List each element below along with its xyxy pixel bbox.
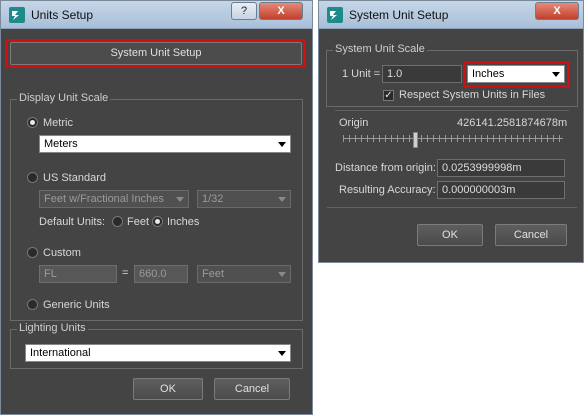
cancel-button-label: Cancel xyxy=(234,383,270,395)
generic-units-label: Generic Units xyxy=(43,299,110,311)
custom-name-field[interactable]: FL xyxy=(39,265,117,283)
default-units-label: Default Units: xyxy=(39,216,106,228)
ok-button-label: OK xyxy=(160,383,176,395)
help-button[interactable]: ? xyxy=(231,2,257,20)
custom-amount-field[interactable]: 660.0 xyxy=(134,265,188,283)
custom-radio[interactable] xyxy=(27,247,38,258)
app-logo-icon xyxy=(9,7,25,23)
respect-units-label: Respect System Units in Files xyxy=(399,89,546,101)
custom-name-value: FL xyxy=(44,268,57,280)
system-unit-setup-titlebar[interactable]: System Unit Setup X xyxy=(319,1,583,29)
us-units-value: Feet w/Fractional Inches xyxy=(44,193,164,205)
us-standard-radio[interactable] xyxy=(27,172,38,183)
display-unit-scale-label: Display Unit Scale xyxy=(17,92,111,104)
us-units-dropdown[interactable]: Feet w/Fractional Inches xyxy=(39,190,189,208)
origin-slider[interactable] xyxy=(343,132,563,150)
chevron-down-icon xyxy=(176,197,184,202)
units-setup-dialog: Units Setup ? X System Unit Setup Displa… xyxy=(0,0,313,415)
generic-units-radio[interactable] xyxy=(27,299,38,310)
default-inches-radio[interactable] xyxy=(152,216,163,227)
default-inches-label: Inches xyxy=(167,216,200,228)
ok-button[interactable]: OK xyxy=(133,378,203,400)
lighting-units-dropdown[interactable]: International xyxy=(25,344,291,362)
us-fraction-dropdown[interactable]: 1/32 xyxy=(197,190,291,208)
help-icon: ? xyxy=(240,5,248,17)
origin-value: 426141.2581874678m xyxy=(457,117,568,129)
ok-button-label: OK xyxy=(442,229,458,241)
cancel-button[interactable]: Cancel xyxy=(495,224,567,246)
units-setup-titlebar[interactable]: Units Setup ? X xyxy=(1,1,312,29)
close-icon: X xyxy=(277,5,285,17)
custom-unit-value: Feet xyxy=(202,268,225,280)
distance-from-origin-value: 0.0253999998m xyxy=(442,162,522,174)
unit-equals-label: 1 Unit = xyxy=(342,68,381,80)
origin-slider-thumb[interactable] xyxy=(413,132,418,148)
unit-value-field[interactable]: 1.0 xyxy=(382,65,462,83)
cancel-button-label: Cancel xyxy=(513,229,549,241)
app-logo-icon xyxy=(327,7,343,23)
default-feet-radio[interactable] xyxy=(112,216,123,227)
us-standard-label: US Standard xyxy=(43,172,106,184)
origin-label: Origin xyxy=(339,117,369,129)
unit-type-highlight-box xyxy=(463,61,570,88)
separator xyxy=(335,110,569,111)
highlight-box xyxy=(5,39,306,68)
close-button[interactable]: X xyxy=(259,2,303,20)
system-unit-setup-title: System Unit Setup xyxy=(349,8,449,22)
origin-slider-ticks xyxy=(343,135,563,142)
resulting-accuracy-value: 0.000000003m xyxy=(442,184,516,196)
custom-unit-dropdown[interactable]: Feet xyxy=(197,265,291,283)
ok-button[interactable]: OK xyxy=(417,224,483,246)
resulting-accuracy-field: 0.000000003m xyxy=(437,181,565,199)
lighting-units-value: International xyxy=(30,347,91,359)
chevron-down-icon xyxy=(278,142,286,147)
close-icon: X xyxy=(553,5,561,17)
chevron-down-icon xyxy=(278,272,286,277)
distance-from-origin-label: Distance from origin: xyxy=(335,162,436,174)
display-unit-scale-group: Display Unit Scale xyxy=(10,92,303,321)
close-button[interactable]: X xyxy=(535,2,579,20)
lighting-units-label: Lighting Units xyxy=(17,322,88,334)
separator xyxy=(327,207,577,208)
equals-label: = xyxy=(122,267,129,279)
respect-units-checkbox[interactable]: ✓ xyxy=(383,90,394,101)
metric-radio[interactable] xyxy=(27,117,38,128)
us-fraction-value: 1/32 xyxy=(202,193,224,205)
cancel-button[interactable]: Cancel xyxy=(214,378,290,400)
metric-units-dropdown[interactable]: Meters xyxy=(39,135,291,153)
default-feet-label: Feet xyxy=(127,216,150,228)
units-setup-title: Units Setup xyxy=(31,8,94,22)
system-unit-scale-label: System Unit Scale xyxy=(333,43,427,55)
chevron-down-icon xyxy=(278,197,286,202)
unit-value: 1.0 xyxy=(387,68,403,80)
chevron-down-icon xyxy=(278,351,286,356)
resulting-accuracy-label: Resulting Accuracy: xyxy=(339,184,436,196)
distance-from-origin-field: 0.0253999998m xyxy=(437,159,565,177)
custom-label: Custom xyxy=(43,247,81,259)
metric-units-value: Meters xyxy=(44,138,78,150)
system-unit-setup-dialog: System Unit Setup X System Unit Scale 1 … xyxy=(318,0,584,263)
custom-amount-value: 660.0 xyxy=(139,268,167,280)
metric-label: Metric xyxy=(43,117,73,129)
